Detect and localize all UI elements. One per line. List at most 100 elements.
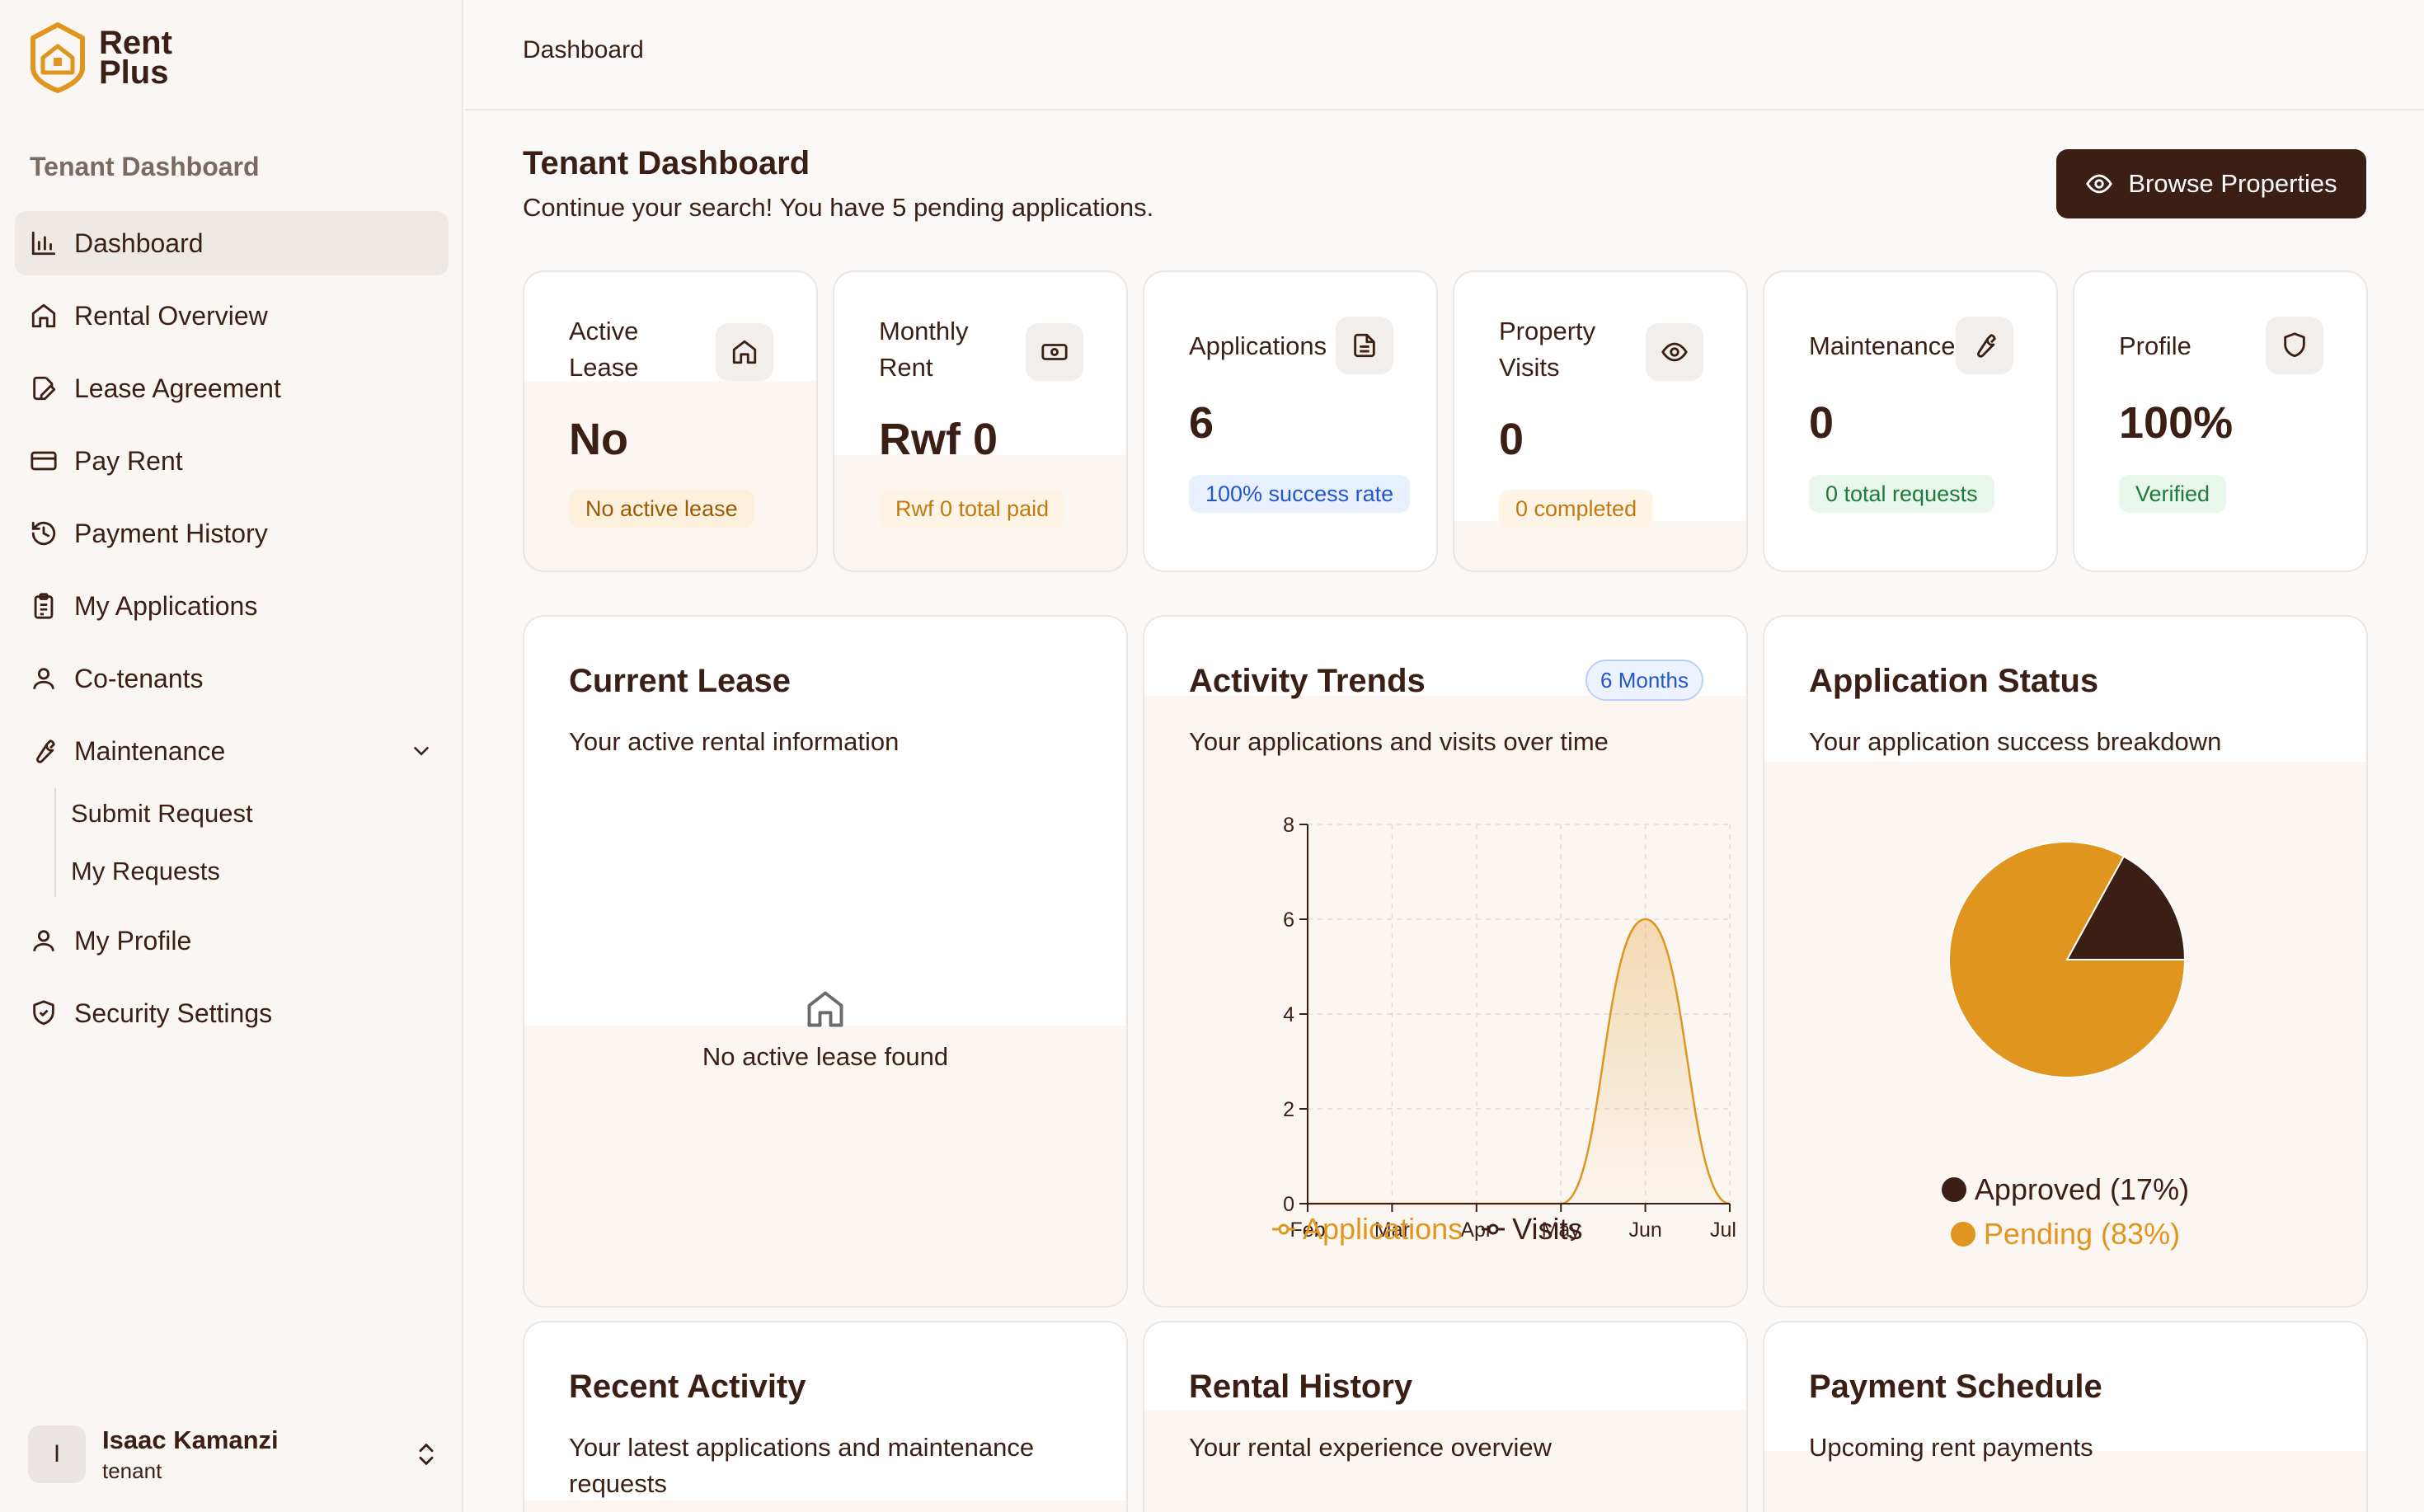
y-tick-label: 4 <box>1283 1003 1294 1026</box>
sidebar-item-payment-history[interactable]: Payment History <box>15 501 449 566</box>
x-tick-label: Jun <box>1628 1219 1661 1242</box>
line-marker-icon <box>1482 1223 1506 1235</box>
range-badge[interactable]: 6 Months <box>1585 660 1703 701</box>
user-icon <box>33 668 54 689</box>
card-title: Application Status <box>1809 663 2099 699</box>
wrench-icon <box>36 740 55 763</box>
sidebar-item-dashboard[interactable]: Dashboard <box>15 211 449 275</box>
sidebar-item-my-profile[interactable]: My Profile <box>15 909 449 973</box>
chevrons-up-down-icon[interactable] <box>412 1440 440 1468</box>
status-badge: 0 total requests <box>1809 475 1994 513</box>
home-icon <box>807 991 843 1027</box>
stat-label: Applications <box>1189 331 1327 360</box>
sidebar-item-label: My Applications <box>74 590 258 621</box>
clipboard-icon <box>34 593 54 619</box>
sidebar-nav: Dashboard Rental Overview Lease Agreemen… <box>15 211 449 1054</box>
stat-card-monthly-rent: Monthly Rent Rwf 0 Rwf 0 total paid <box>833 270 1128 572</box>
sidebar-item-rental-overview[interactable]: Rental Overview <box>15 284 449 348</box>
status-badge: No active lease <box>569 490 754 528</box>
chevron-down-icon[interactable] <box>409 739 434 763</box>
sidebar-item-maintenance[interactable]: Maintenance <box>15 719 449 783</box>
card-subtitle: Upcoming rent payments <box>1809 1433 2093 1462</box>
stat-value: Rwf 0 <box>879 415 998 464</box>
stat-label: Profile <box>2119 331 2191 360</box>
card-title: Activity Trends <box>1189 663 1426 699</box>
stat-card-property-visits: Property Visits 0 0 completed <box>1453 270 1748 572</box>
home-icon <box>716 323 773 381</box>
sidebar-subitem-submit-request[interactable]: Submit Request <box>71 785 449 843</box>
stat-card-applications: Applications 6 100% success rate <box>1143 270 1438 572</box>
status-badge: Verified <box>2119 475 2227 513</box>
sidebar-item-pay-rent[interactable]: Pay Rent <box>15 429 449 493</box>
stat-value: 6 <box>1189 398 1214 448</box>
brand-name-line1: Rent <box>99 25 172 61</box>
breadcrumb[interactable]: Dashboard <box>523 36 644 64</box>
card-tint <box>524 381 816 571</box>
sidebar-item-lease-agreement[interactable]: Lease Agreement <box>15 356 449 420</box>
card-subtitle: Your latest applications and maintenance… <box>569 1433 1035 1498</box>
legend-item-applications[interactable]: Applications <box>1271 1212 1463 1247</box>
wrench-icon <box>1956 317 2013 374</box>
card-title: Recent Activity <box>569 1369 806 1405</box>
sidebar-item-label: Dashboard <box>74 228 204 258</box>
legend-label: Visits <box>1512 1212 1583 1246</box>
stat-value: 0 <box>1499 415 1524 464</box>
stat-label: Maintenance <box>1809 331 1956 360</box>
stat-label-line2: Visits <box>1499 353 1560 382</box>
file-edit-icon <box>33 376 56 401</box>
brand-logo[interactable]: Rent Plus <box>28 21 172 94</box>
stat-label: Property Visits <box>1499 313 1595 386</box>
legend-label: Approved (17%) <box>1974 1172 2190 1206</box>
eye-icon <box>2086 174 2113 194</box>
maintenance-subnav: Submit Request My Requests <box>40 785 449 900</box>
current-lease-card: Current Lease Your active rental informa… <box>523 615 1128 1308</box>
stat-label: Monthly Rent <box>879 313 969 386</box>
stat-label-line1: Active <box>569 317 639 345</box>
user-menu[interactable]: I Isaac Kamanzi tenant <box>28 1421 440 1487</box>
eye-icon <box>1646 323 1703 381</box>
pie-legend: Approved (17%) Pending (83%) <box>1764 1167 2366 1256</box>
sidebar-item-label: Pay Rent <box>74 445 183 476</box>
sidebar-item-co-tenants[interactable]: Co-tenants <box>15 646 449 711</box>
sidebar-item-label: Co-tenants <box>74 663 204 693</box>
series-area-applications <box>1308 919 1730 1204</box>
payment-schedule-card: Payment Schedule Upcoming rent payments <box>1763 1321 2368 1512</box>
shield-icon <box>2266 317 2323 374</box>
sidebar-subitem-my-requests[interactable]: My Requests <box>71 843 449 900</box>
stat-label: Active Lease <box>569 313 638 386</box>
card-title: Rental History <box>1189 1369 1413 1405</box>
card-tint <box>524 1500 1126 1512</box>
stat-label-line2: Lease <box>569 353 639 382</box>
card-tint <box>1454 521 1746 571</box>
application-status-card: Application Status Your application succ… <box>1763 615 2368 1308</box>
browse-properties-button[interactable]: Browse Properties <box>2056 149 2366 218</box>
application-status-pie <box>1948 841 2187 1078</box>
sidebar-item-security-settings[interactable]: Security Settings <box>15 981 449 1045</box>
page-title: Tenant Dashboard <box>523 145 810 181</box>
sidebar-item-my-applications[interactable]: My Applications <box>15 574 449 638</box>
y-tick-label: 8 <box>1283 814 1294 837</box>
legend-label: Pending (83%) <box>1983 1217 2181 1251</box>
sidebar-item-label: My Profile <box>74 925 192 956</box>
sidebar-item-label: Security Settings <box>74 998 273 1028</box>
user-icon <box>33 930 54 951</box>
activity-trends-chart: 02468Feb Mar Apr May Jun Jul <box>1283 814 1736 1242</box>
line-marker-icon <box>1272 1223 1295 1235</box>
legend-item-approved[interactable]: Approved (17%) <box>1764 1167 2366 1212</box>
legend-item-visits[interactable]: Visits <box>1481 1212 1582 1247</box>
sidebar-section-title: Tenant Dashboard <box>30 152 260 181</box>
sidebar-item-label: Lease Agreement <box>74 373 281 403</box>
legend-label: Applications <box>1303 1212 1463 1246</box>
stat-label-line1: Property <box>1499 317 1596 345</box>
y-tick-label: 2 <box>1283 1098 1294 1121</box>
sidebar: Rent Plus Tenant Dashboard Dashboard Ren… <box>0 0 463 1512</box>
recent-activity-card: Recent Activity Your latest applications… <box>523 1321 1128 1512</box>
card-subtitle: Your active rental information <box>569 727 900 756</box>
empty-lease-state: No active lease found <box>524 988 1126 1072</box>
legend-item-pending[interactable]: Pending (83%) <box>1764 1212 2366 1256</box>
stat-card-active-lease: Active Lease No No active lease <box>523 270 818 572</box>
top-bar: Dashboard <box>465 0 2424 110</box>
card-title: Payment Schedule <box>1809 1369 2102 1405</box>
user-meta: Isaac Kamanzi tenant <box>102 1425 279 1484</box>
x-tick-label: Jul <box>1710 1219 1736 1242</box>
